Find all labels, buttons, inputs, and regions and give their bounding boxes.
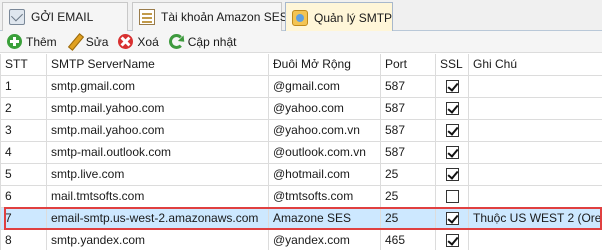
cell-port: 465 (380, 228, 436, 250)
cell-ssl (435, 118, 469, 142)
cell-extension: Amazone SES (268, 206, 381, 230)
table-body: 1 smtp.gmail.com @gmail.com 587 2 smtp.m… (0, 74, 602, 250)
cell-stt: 6 (0, 184, 47, 208)
ssl-checkbox[interactable] (445, 80, 459, 94)
cell-note (468, 228, 602, 250)
cell-stt: 1 (0, 74, 47, 98)
cell-port: 587 (380, 74, 436, 98)
delete-button[interactable]: Xoá (115, 32, 161, 52)
document-icon (139, 9, 155, 25)
cell-extension: @yahoo.com (268, 96, 381, 120)
ssl-checkbox[interactable] (445, 168, 459, 182)
table-row[interactable]: 1 smtp.gmail.com @gmail.com 587 (0, 74, 602, 98)
cell-extension: @yandex.com (268, 228, 381, 250)
table-row-selected[interactable]: 7 email-smtp.us-west-2.amazonaws.com Ama… (0, 206, 602, 230)
cell-port: 25 (380, 206, 436, 230)
edit-button[interactable]: Sửa (64, 32, 112, 52)
cell-ssl (435, 96, 469, 120)
column-header-ssl[interactable]: SSL (435, 54, 469, 76)
refresh-icon (168, 34, 184, 49)
cell-extension: @hotmail.com (268, 162, 381, 186)
cell-stt: 8 (0, 228, 47, 250)
tab-amazon-ses-accounts[interactable]: Tài khoản Amazon SES (132, 2, 288, 31)
cell-extension: @tmtsofts.com (268, 184, 381, 208)
mail-icon (9, 9, 25, 25)
cell-note (468, 140, 602, 164)
tab-label: Quản lý SMTP (314, 10, 393, 25)
add-icon (7, 34, 22, 49)
cell-port: 587 (380, 140, 436, 164)
table-row[interactable]: 8 smtp.yandex.com @yandex.com 465 (0, 228, 602, 250)
update-button[interactable]: Cập nhật (166, 32, 240, 52)
column-header-extension[interactable]: Đuôi Mở Rộng (268, 54, 381, 76)
cell-stt: 2 (0, 96, 47, 120)
column-header-note[interactable]: Ghi Chú (468, 54, 602, 76)
ssl-checkbox[interactable] (445, 146, 459, 160)
cell-ssl (435, 184, 469, 208)
cell-note: Thuộc US WEST 2 (Orego (468, 206, 602, 230)
table-row[interactable]: 3 smtp.mail.yahoo.com @yahoo.com.vn 587 (0, 118, 602, 142)
smtp-server-grid[interactable]: STT SMTP ServerName Đuôi Mở Rộng Port SS… (0, 54, 602, 250)
cell-server: email-smtp.us-west-2.amazonaws.com (46, 206, 269, 230)
smtp-server-icon (292, 9, 308, 26)
delete-button-label: Xoá (137, 34, 159, 49)
toolbar: Thêm Sửa Xoá Cập nhật (0, 31, 602, 53)
cell-ssl (435, 162, 469, 186)
cell-extension: @yahoo.com.vn (268, 118, 381, 142)
cell-extension: @gmail.com (268, 74, 381, 98)
cell-server: smtp-mail.outlook.com (46, 140, 269, 164)
column-header-server[interactable]: SMTP ServerName (46, 54, 269, 76)
table-row[interactable]: 6 mail.tmtsofts.com @tmtsofts.com 25 (0, 184, 602, 208)
table-header-row: STT SMTP ServerName Đuôi Mở Rộng Port SS… (0, 54, 602, 76)
cell-note (468, 118, 602, 142)
cell-port: 25 (380, 162, 436, 186)
cell-note (468, 184, 602, 208)
cell-server: smtp.mail.yahoo.com (46, 96, 269, 120)
cell-stt: 5 (0, 162, 47, 186)
add-button-label: Thêm (26, 34, 57, 49)
cell-server: smtp.live.com (46, 162, 269, 186)
cell-stt: 7 (0, 206, 47, 230)
cell-port: 587 (380, 96, 436, 120)
tab-label: Tài khoản Amazon SES (161, 10, 288, 24)
cell-extension: @outlook.com.vn (268, 140, 381, 164)
ssl-checkbox[interactable] (445, 102, 459, 116)
ssl-checkbox[interactable] (445, 212, 459, 226)
delete-icon (118, 34, 134, 49)
table-row[interactable]: 5 smtp.live.com @hotmail.com 25 (0, 162, 602, 186)
cell-server: smtp.yandex.com (46, 228, 269, 250)
ssl-checkbox[interactable] (445, 234, 459, 248)
cell-port: 587 (380, 118, 436, 142)
tab-label: GỞI EMAIL (31, 10, 94, 24)
add-button[interactable]: Thêm (4, 32, 60, 52)
tab-strip: GỞI EMAIL Tài khoản Amazon SES Quản lý S… (0, 0, 602, 32)
cell-stt: 3 (0, 118, 47, 142)
table-row[interactable]: 4 smtp-mail.outlook.com @outlook.com.vn … (0, 140, 602, 164)
pencil-icon (67, 34, 82, 49)
smtp-table: STT SMTP ServerName Đuôi Mở Rộng Port SS… (0, 54, 602, 250)
column-header-port[interactable]: Port (380, 54, 436, 76)
ssl-checkbox[interactable] (445, 190, 459, 204)
cell-stt: 4 (0, 140, 47, 164)
cell-server: mail.tmtsofts.com (46, 184, 269, 208)
tab-smtp-management[interactable]: Quản lý SMTP (285, 2, 393, 32)
cell-server: smtp.gmail.com (46, 74, 269, 98)
cell-note (468, 96, 602, 120)
cell-note (468, 74, 602, 98)
edit-button-label: Sửa (85, 34, 109, 49)
cell-ssl (435, 206, 469, 230)
cell-ssl (435, 74, 469, 98)
update-button-label: Cập nhật (187, 34, 237, 49)
cell-port: 25 (380, 184, 436, 208)
cell-server: smtp.mail.yahoo.com (46, 118, 269, 142)
cell-ssl (435, 140, 469, 164)
ssl-checkbox[interactable] (445, 124, 459, 138)
column-header-stt[interactable]: STT (0, 54, 47, 76)
cell-note (468, 162, 602, 186)
cell-ssl (435, 228, 469, 250)
tab-send-email[interactable]: GỞI EMAIL (2, 2, 128, 31)
table-row[interactable]: 2 smtp.mail.yahoo.com @yahoo.com 587 (0, 96, 602, 120)
